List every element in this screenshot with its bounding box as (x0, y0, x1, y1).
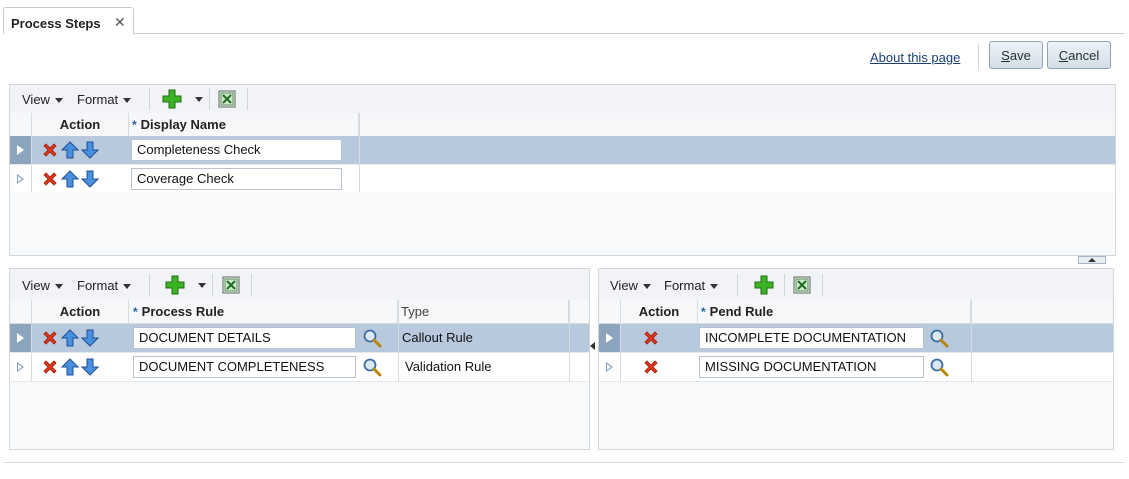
empty-table-area (10, 192, 1115, 255)
toolbar-separator (737, 274, 738, 296)
type-cell: Callout Rule (402, 330, 473, 345)
column-divider (359, 113, 360, 193)
table-row[interactable]: MISSING DOCUMENTATION (599, 353, 1113, 382)
row-expander[interactable] (599, 353, 621, 381)
move-up-arrow-icon[interactable] (61, 141, 79, 159)
type-column-header: Type (398, 300, 569, 323)
delete-x-icon[interactable] (41, 358, 59, 376)
search-magnifier-icon[interactable] (929, 357, 949, 377)
export-excel-icon[interactable] (222, 276, 240, 294)
expander-header (10, 300, 32, 323)
move-down-arrow-icon[interactable] (81, 141, 99, 159)
steps-header-row: Action * Display Name (10, 113, 1115, 137)
empty-table-area (599, 382, 1113, 449)
add-plus-icon[interactable] (162, 89, 182, 109)
toolbar-separator (822, 274, 823, 296)
rules-header-row: Action * Process Rule Type (10, 300, 589, 324)
delete-x-icon[interactable] (41, 170, 59, 188)
search-magnifier-icon[interactable] (362, 357, 382, 377)
empty-table-area (10, 382, 589, 449)
table-row[interactable]: DOCUMENT DETAILS Callout Rule (10, 324, 589, 353)
pend-toolbar: View Format (599, 269, 1113, 301)
row-expander[interactable] (10, 165, 32, 193)
toolbar-separator (247, 88, 248, 110)
tab-label: Process Steps (11, 16, 101, 31)
move-up-arrow-icon[interactable] (61, 329, 79, 347)
toolbar-separator (212, 274, 213, 296)
steps-toolbar: View Format (10, 85, 1115, 114)
move-down-arrow-icon[interactable] (81, 329, 99, 347)
expander-header (599, 300, 621, 323)
move-down-arrow-icon[interactable] (81, 358, 99, 376)
about-this-page-link[interactable]: About this page (870, 50, 960, 65)
process-rule-input[interactable]: DOCUMENT DETAILS (133, 327, 356, 349)
row-expander[interactable] (10, 136, 32, 164)
process-rule-input[interactable]: DOCUMENT COMPLETENESS (133, 356, 356, 378)
save-button[interactable]: Save (989, 41, 1043, 69)
column-divider (398, 300, 399, 382)
page-bottom-divider (3, 462, 1125, 463)
table-row[interactable]: INCOMPLETE DOCUMENTATION (599, 324, 1113, 353)
pend-rules-panel: View Format Action * Pend Rule INCOMPLETE… (598, 268, 1114, 450)
process-rule-column-header: * Process Rule (129, 300, 398, 323)
column-divider (569, 300, 570, 382)
action-column-header: Action (621, 300, 698, 323)
collapse-pane-button[interactable] (1078, 256, 1106, 264)
process-rules-panel: View Format Action * Process Rule Type DO… (9, 268, 590, 450)
move-up-arrow-icon[interactable] (61, 170, 79, 188)
display-name-input[interactable]: Completeness Check (131, 139, 342, 161)
toolbar-separator (149, 274, 150, 296)
export-excel-icon[interactable] (218, 90, 236, 108)
row-expander[interactable] (10, 324, 32, 352)
delete-x-icon[interactable] (642, 329, 660, 347)
add-plus-icon[interactable] (754, 275, 774, 295)
toolbar-separator (149, 88, 150, 110)
delete-x-icon[interactable] (41, 329, 59, 347)
format-menu[interactable]: Format (77, 278, 132, 293)
toolbar-separator (251, 274, 252, 296)
table-row[interactable]: Completeness Check (10, 136, 1115, 165)
pend-header-row: Action * Pend Rule (599, 300, 1113, 324)
type-cell: Validation Rule (405, 359, 492, 374)
column-divider (971, 300, 972, 382)
export-excel-icon[interactable] (793, 276, 811, 294)
close-icon[interactable]: ✕ (114, 14, 126, 31)
table-row[interactable]: DOCUMENT COMPLETENESS Validation Rule (10, 353, 589, 382)
tab-process-steps[interactable]: Process Steps ✕ (3, 7, 134, 34)
toolbar-separator (209, 88, 210, 110)
move-down-arrow-icon[interactable] (81, 170, 99, 188)
display-name-column-header: * Display Name (129, 113, 359, 136)
add-dropdown-caret[interactable] (198, 283, 206, 288)
add-dropdown-caret[interactable] (195, 97, 203, 102)
view-menu[interactable]: View (610, 278, 651, 293)
format-menu[interactable]: Format (664, 278, 719, 293)
view-menu[interactable]: View (22, 278, 63, 293)
steps-panel: View Format Action * Display Name Complet… (9, 84, 1116, 256)
display-name-input[interactable]: Coverage Check (131, 168, 342, 190)
row-expander[interactable] (599, 324, 621, 352)
expander-header (10, 113, 32, 136)
pend-rule-input[interactable]: INCOMPLETE DOCUMENTATION (699, 327, 924, 349)
add-plus-icon[interactable] (165, 275, 185, 295)
delete-x-icon[interactable] (41, 141, 59, 159)
row-expander[interactable] (10, 353, 32, 381)
action-column-header: Action (32, 113, 129, 136)
delete-x-icon[interactable] (642, 358, 660, 376)
tab-bar-divider (134, 33, 1124, 34)
view-menu[interactable]: View (22, 92, 63, 107)
cancel-button[interactable]: Cancel (1047, 41, 1111, 69)
move-up-arrow-icon[interactable] (61, 358, 79, 376)
splitter-handle[interactable] (590, 340, 596, 352)
header-separator (978, 44, 979, 70)
rules-toolbar: View Format (10, 269, 589, 301)
action-column-header: Action (32, 300, 129, 323)
table-row[interactable]: Coverage Check (10, 165, 1115, 194)
format-menu[interactable]: Format (77, 92, 132, 107)
pend-rule-input[interactable]: MISSING DOCUMENTATION (699, 356, 924, 378)
search-magnifier-icon[interactable] (362, 328, 382, 348)
search-magnifier-icon[interactable] (929, 328, 949, 348)
pend-rule-column-header: * Pend Rule (698, 300, 971, 323)
toolbar-separator (784, 274, 785, 296)
